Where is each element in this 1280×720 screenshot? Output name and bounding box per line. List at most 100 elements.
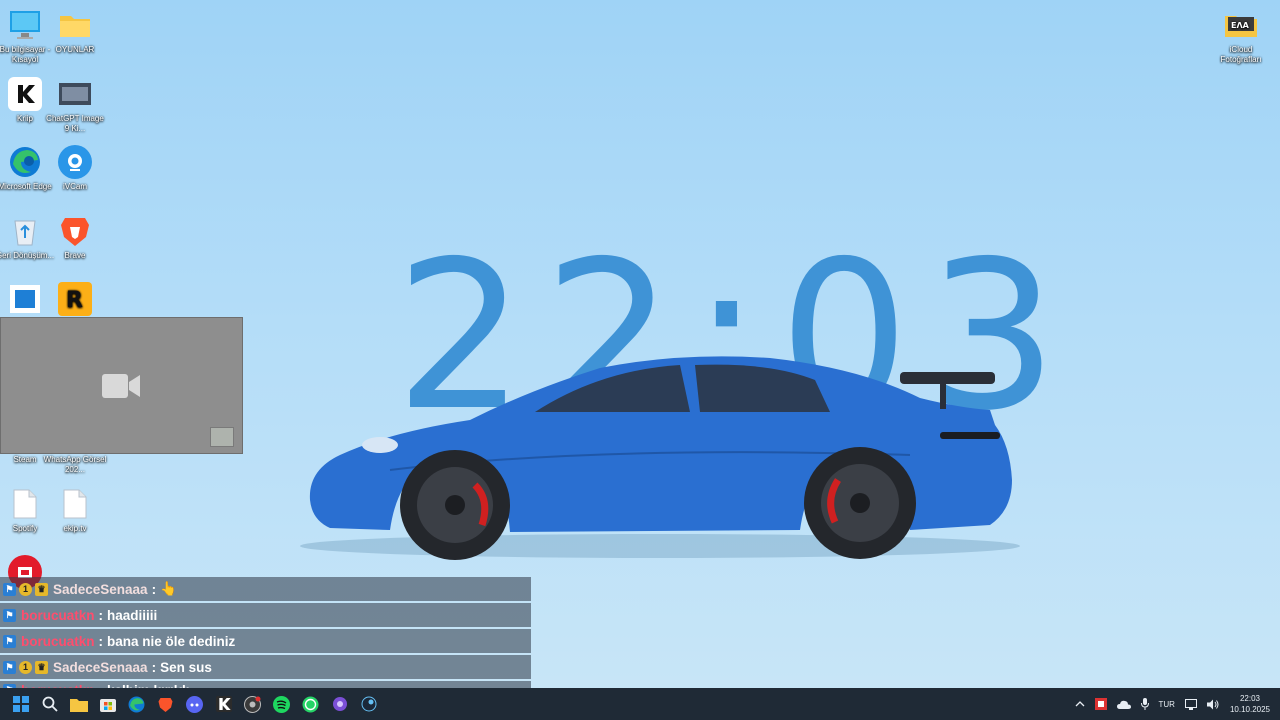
desktop-icon-rockstar[interactable]: R <box>43 282 107 319</box>
desktop-icon-label: ekip.tv <box>63 524 87 533</box>
desktop-icon-label: OYUNLAR <box>55 45 95 54</box>
microphone-button[interactable] <box>1140 698 1149 710</box>
network-button[interactable] <box>1184 698 1197 710</box>
spotify-icon <box>273 695 290 713</box>
blue-window-icon <box>8 282 42 316</box>
tier-badge-icon: 1 <box>19 582 32 596</box>
chat-message: ⚑ borucuatkn : haadiiiii <box>0 603 531 627</box>
taskbar-discord[interactable] <box>180 688 209 720</box>
desktop-icon-oyunlar[interactable]: OYUNLAR <box>43 8 107 55</box>
app-icon <box>332 697 347 711</box>
windows-start-icon <box>12 696 29 712</box>
chat-username: SadeceSenaaa <box>53 659 148 675</box>
search-icon <box>42 696 58 712</box>
show-hidden-icons-button[interactable] <box>1075 701 1085 707</box>
taskbar-steam[interactable] <box>354 688 383 720</box>
onedrive-button[interactable] <box>1116 700 1131 709</box>
tray-app-button[interactable] <box>1094 698 1107 710</box>
chat-text: haadiiiii <box>107 607 158 623</box>
pin-icon: ⚑ <box>3 608 16 622</box>
obs-icon <box>244 695 261 713</box>
network-icon <box>1184 698 1197 710</box>
desktop-icon-label: Spotify <box>12 524 38 533</box>
k-app-icon <box>8 77 42 111</box>
taskbar-file-explorer[interactable] <box>64 688 93 720</box>
taskbar-brave[interactable] <box>151 688 180 720</box>
cloud-icon <box>1116 700 1131 709</box>
store-icon <box>99 699 116 712</box>
tier-badge-icon: 1 <box>19 660 32 674</box>
taskbar-app[interactable] <box>325 688 354 720</box>
folder-icon <box>58 8 92 42</box>
chevron-up-icon <box>1075 701 1084 707</box>
chat-message: ⚑ borucuatkn : bana nie öle dediniz <box>0 629 531 653</box>
search-button[interactable] <box>35 688 64 720</box>
desktop-icon-ivcam[interactable]: iVCam <box>43 145 107 192</box>
speaker-icon <box>1206 699 1219 709</box>
microphone-icon <box>1140 698 1149 710</box>
tray-app-icon <box>1094 698 1107 710</box>
monitor-icon <box>8 8 42 42</box>
chat-username: borucuatkn <box>21 633 95 649</box>
desktop-icon-label: Kriip <box>16 114 33 123</box>
chat-message: ⚑ 1 ♛ SadeceSenaaa : 👆 <box>0 577 531 601</box>
chat-text: bana nie öle dediniz <box>107 633 236 649</box>
webcam-icon <box>58 145 92 179</box>
image-thumbnail-icon <box>58 77 92 111</box>
taskbar-edge[interactable] <box>122 688 151 720</box>
chat-overlay: ⚑ 1 ♛ SadeceSenaaa : 👆 ⚑ borucuatkn : ha… <box>0 577 531 699</box>
chat-separator: : <box>151 659 157 675</box>
discord-icon <box>186 695 203 713</box>
tray-time: 22:03 <box>1239 694 1260 703</box>
chat-text: Sen sus <box>160 659 212 675</box>
desktop-icon-whatsapp-image[interactable]: WhatsApp Görsel 202... <box>43 455 107 475</box>
pin-icon: ⚑ <box>3 634 16 648</box>
desktop-icon-ekiptv[interactable]: ekip.tv <box>43 487 107 534</box>
video-camera-icon <box>102 374 140 398</box>
desktop-icon-label: iCloud Fotoğrafları <box>1220 45 1262 64</box>
file-icon <box>58 487 92 521</box>
brave-lion-icon <box>58 214 92 248</box>
thumbnail-icon <box>210 427 234 447</box>
taskbar: TUR 22:03 10.10.2025 <box>0 688 1280 720</box>
input-language-button[interactable]: TUR <box>1159 700 1175 709</box>
tray-clock[interactable]: 22:03 10.10.2025 <box>1230 693 1270 715</box>
taskbar-obs[interactable] <box>238 688 267 720</box>
system-tray: TUR 22:03 10.10.2025 <box>1070 688 1280 720</box>
edge-icon <box>128 696 145 712</box>
chat-separator: : <box>98 607 104 623</box>
car-image <box>300 356 1020 560</box>
volume-button[interactable] <box>1206 699 1219 710</box>
tray-date: 10.10.2025 <box>1229 705 1270 714</box>
file-icon <box>8 487 42 521</box>
chat-text: 👆 <box>160 581 177 596</box>
taskbar-store[interactable] <box>93 688 122 720</box>
icloud-photos-icon: EΛA <box>1224 8 1258 42</box>
taskbar-whatsapp[interactable] <box>296 688 325 720</box>
camera-preview-overlay <box>0 317 243 454</box>
taskbar-kick[interactable] <box>209 688 238 720</box>
desktop-icon-chatgpt-image[interactable]: ChatGPT Image 9 Ki... <box>43 77 107 134</box>
svg-text:R: R <box>66 288 83 312</box>
brave-icon <box>158 697 173 712</box>
desktop-icon-icloud[interactable]: EΛA iCloud Fotoğrafları <box>1209 8 1273 65</box>
desktop-icon-label: Steam <box>13 455 37 464</box>
whatsapp-icon <box>302 696 319 712</box>
start-button[interactable] <box>6 688 35 720</box>
pin-icon: ⚑ <box>3 660 16 674</box>
desktop-icon-label: ChatGPT Image 9 Ki... <box>46 114 104 133</box>
desktop-icon-brave[interactable]: Brave <box>43 214 107 261</box>
chat-separator: : <box>151 581 157 597</box>
file-explorer-icon <box>69 698 88 712</box>
crown-icon: ♛ <box>35 660 48 674</box>
desktop-icon-label: WhatsApp Görsel 202... <box>43 455 107 474</box>
kick-icon <box>215 696 232 712</box>
chat-separator: : <box>98 633 104 649</box>
chat-username: borucuatkn <box>21 607 95 623</box>
chat-message: ⚑ 1 ♛ SadeceSenaaa : Sen sus <box>0 655 531 679</box>
svg-text:EΛA: EΛA <box>1231 21 1250 30</box>
chat-username: SadeceSenaaa <box>53 581 148 597</box>
steam-icon <box>361 696 376 712</box>
rockstar-icon: R <box>58 282 92 316</box>
taskbar-spotify[interactable] <box>267 688 296 720</box>
